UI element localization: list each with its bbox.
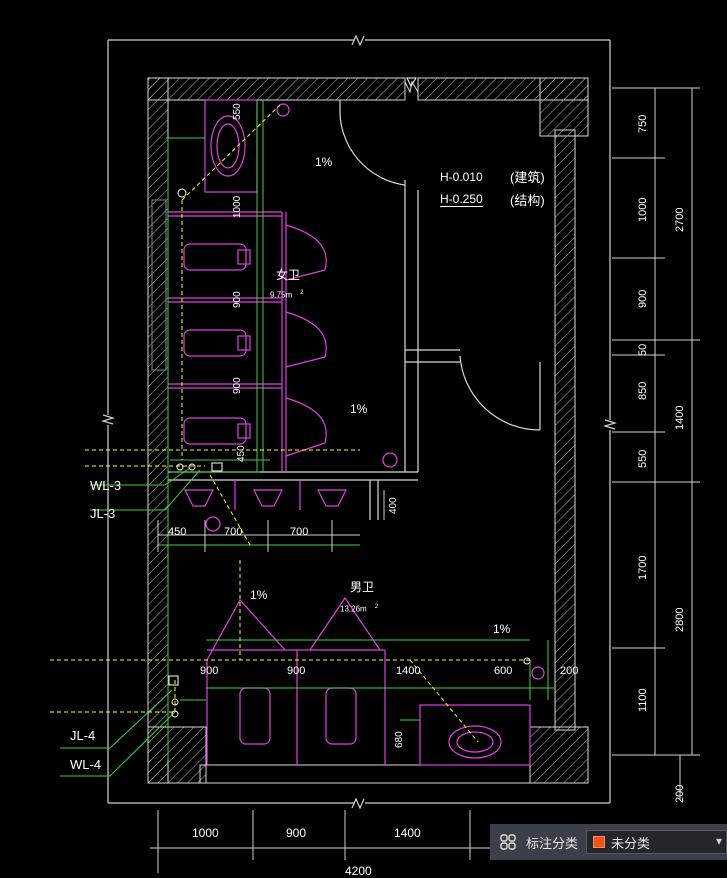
category-selected-value: 未分类 — [611, 835, 651, 851]
category-color-swatch — [593, 836, 606, 848]
annotation-category-select[interactable]: 未分类 ▾ — [586, 830, 727, 854]
annotation-category-toolbar: 标注分类 未分类 ▾ — [490, 824, 727, 860]
annotation-category-icon[interactable] — [498, 832, 518, 852]
cad-floor-plan — [0, 0, 727, 873]
annotation-category-label: 标注分类 — [526, 835, 579, 851]
chevron-down-icon[interactable]: ▾ — [716, 834, 722, 848]
